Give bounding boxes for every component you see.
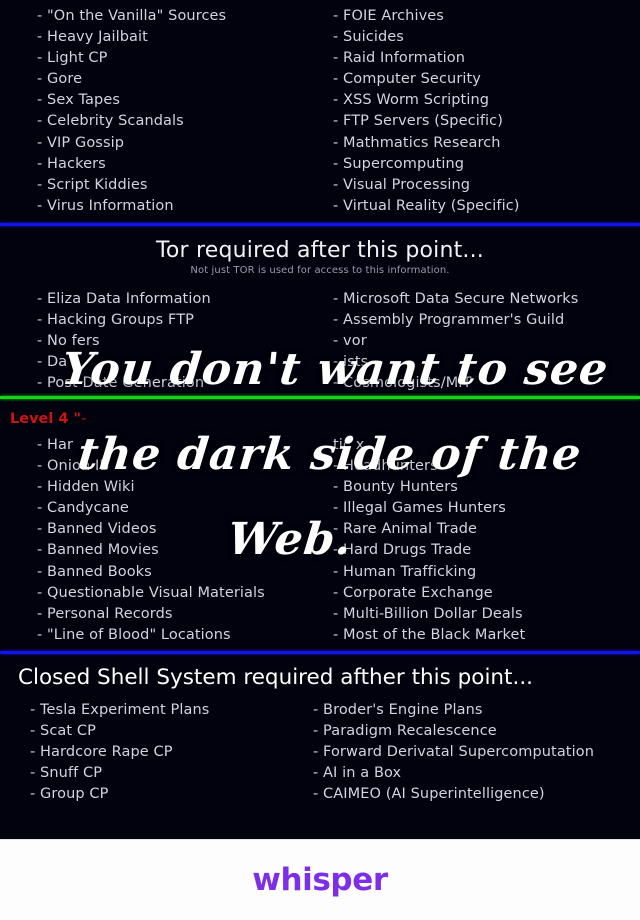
top-list-right-column: - FOIE Archives - Suicides - Raid Inform… [333, 6, 633, 217]
list-item: - Candycane [37, 500, 129, 517]
level4-right-column: tic x - Headhunters - Bounty Hunters - I… [333, 435, 633, 646]
list-item: - Visual Processing [333, 176, 471, 193]
level4-section: Level 4 "- [0, 399, 640, 429]
list-item: - Computer Security [333, 71, 481, 88]
list-item: - Rare Animal Trade [333, 521, 478, 538]
level4-label: Level 4 "- [0, 409, 640, 429]
list-item: - Hackers [37, 155, 106, 172]
list-item: - FTP Servers (Specific) [333, 113, 503, 130]
list-item: - Illegal Games Hunters [333, 500, 506, 517]
list-item: - Har [37, 437, 74, 453]
closed-shell-left-column: - Tesla Experiment Plans - Scat CP - Har… [30, 700, 330, 805]
list-item: - "On the Vanilla" Sources [37, 8, 227, 24]
list-item: - Banned Videos [37, 521, 157, 538]
top-list-section: - "On the Vanilla" Sources - Heavy Jailb… [0, 0, 640, 223]
list-item: - Microsoft Data Secure Networks [333, 291, 579, 307]
list-item: - FOIE Archives [333, 8, 444, 24]
list-item: - Virus Information [37, 197, 174, 214]
top-list-columns: - "On the Vanilla" Sources - Heavy Jailb… [0, 6, 640, 223]
list-item: - Group CP [30, 786, 109, 803]
level4-label-rest: - [81, 411, 87, 427]
top-list-left-column: - "On the Vanilla" Sources - Heavy Jailb… [37, 6, 337, 217]
list-item: - Da s [37, 354, 80, 371]
list-item: - Forward Derivatal Supercomputation [313, 744, 594, 761]
list-item: - Onion IB [37, 458, 110, 475]
level4-left-column: - Har - Onion IB - Hidden Wiki - Candyca… [37, 435, 337, 646]
tor-list-left-column: - Eliza Data Information - Hacking Group… [37, 289, 337, 394]
list-item: tic x [333, 437, 365, 453]
list-item: - Supercomputing [333, 155, 465, 172]
list-item: - "Line of Blood" Locations [37, 626, 231, 643]
list-item: - Post Date Generation [37, 375, 205, 392]
list-item: - Personal Records [37, 605, 173, 622]
closed-shell-list-section: - Tesla Experiment Plans - Scat CP - Har… [0, 692, 640, 812]
tor-required-title: Tor required after this point... [155, 238, 485, 263]
list-item: - Celebrity Scandals [37, 113, 184, 130]
tor-required-subtitle: Not just TOR is used for access to this … [190, 265, 450, 276]
list-item: - Virtual Reality (Specific) [333, 197, 520, 214]
list-item: - Bounty Hunters [333, 479, 458, 496]
closed-shell-columns: - Tesla Experiment Plans - Scat CP - Har… [0, 700, 640, 812]
list-item: - Banned Books [37, 563, 152, 580]
list-item: - Corporate Exchange [333, 584, 493, 601]
closed-shell-right-column: - Broder's Engine Plans - Paradigm Recal… [313, 700, 633, 805]
list-item: - Paradigm Recalescence [313, 723, 497, 740]
list-item: - Heavy Jailbait [37, 29, 148, 46]
tor-list-right-column: - Microsoft Data Secure Networks - Assem… [333, 289, 633, 394]
list-item: - Raid Information [333, 50, 466, 67]
whisper-logo: whisper [252, 862, 388, 898]
list-item: - Hacking Groups FTP [37, 312, 195, 329]
list-item: - Scat CP [30, 723, 96, 740]
list-item: - Banned Movies [37, 542, 159, 559]
list-item: - Mathmatics Research [333, 134, 501, 151]
list-item: - vor [333, 333, 367, 350]
list-item: - XSS Worm Scripting [333, 92, 490, 109]
list-item: - AI in a Box [313, 765, 402, 782]
list-item: - Suicides [333, 29, 404, 46]
list-item: - Hard Drugs Trade [333, 542, 472, 559]
list-item: - Cosmologists/MIT [333, 375, 472, 392]
list-item: - CAIMEO (AI Superintelligence) [313, 786, 545, 803]
list-item: - Sex Tapes [37, 92, 121, 109]
closed-shell-title: Closed Shell System required afther this… [18, 665, 533, 690]
list-item: - Hardcore Rape CP [30, 744, 173, 761]
whisper-post-image: - "On the Vanilla" Sources - Heavy Jailb… [0, 0, 640, 920]
list-item: - Assembly Programmer's Guild [333, 312, 565, 329]
level4-list-section: - Har - Onion IB - Hidden Wiki - Candyca… [0, 429, 640, 651]
list-item: - VIP Gossip [37, 134, 125, 151]
closed-shell-banner-section: Closed Shell System required afther this… [0, 654, 640, 692]
list-item: - Tesla Experiment Plans [30, 702, 210, 718]
list-item: - Snuff CP [30, 765, 103, 782]
tor-list-columns: - Eliza Data Information - Hacking Group… [0, 289, 640, 396]
list-item: - Gore [37, 71, 83, 88]
level4-list-columns: - Har - Onion IB - Hidden Wiki - Candyca… [0, 435, 640, 651]
list-item: - Most of the Black Market [333, 626, 526, 643]
whisper-footer-bar: whisper [0, 839, 640, 920]
list-item: - No fers [37, 333, 100, 350]
tor-banner-section: Tor required after this point... Not jus… [0, 226, 640, 278]
list-item: - Hidden Wiki [37, 479, 135, 496]
list-item: - Broder's Engine Plans [313, 702, 483, 718]
list-item: - Light CP [37, 50, 108, 67]
list-item: - Headhunters [333, 458, 438, 475]
list-item: - Questionable Visual Materials [37, 584, 265, 601]
level4-label-prefix: Level 4 " [10, 411, 82, 427]
list-item: - Script Kiddies [37, 176, 148, 193]
list-item: - Eliza Data Information [37, 291, 211, 307]
list-item: - Human Trafficking [333, 563, 477, 580]
list-item: - Multi-Billion Dollar Deals [333, 605, 523, 622]
tor-list-section: - Eliza Data Information - Hacking Group… [0, 278, 640, 396]
list-item: - ists [333, 354, 369, 371]
